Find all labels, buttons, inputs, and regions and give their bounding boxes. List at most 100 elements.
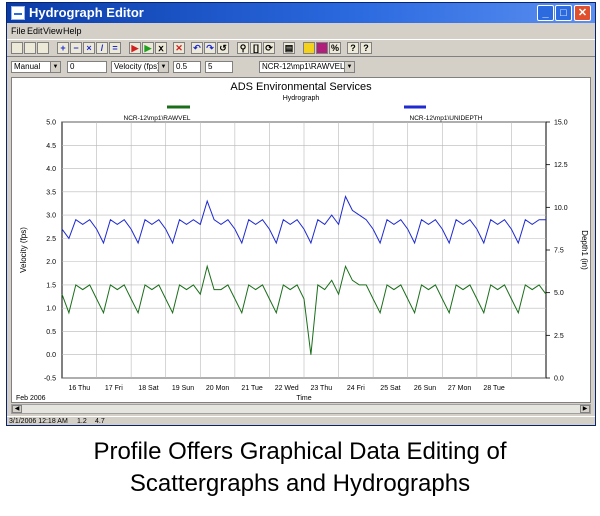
x-tick-label: 26 Sun [414,385,436,392]
status-value1: 1.2 [77,418,87,425]
y-tick-label: 2.0 [46,259,56,266]
refresh-icon[interactable]: ⟳ [263,42,275,54]
series-value: NCR-12\mp1\RAWVEL [262,62,345,71]
chevron-down-icon: ▼ [158,62,168,72]
caption-line1: Profile Offers Graphical Data Editing of [93,438,507,465]
legend-label-rawvel: NCR-12\mp1\RAWVEL [124,115,191,122]
chart-subtitle: Hydrograph [283,95,320,102]
undo-icon[interactable]: ↶ [191,42,203,54]
repeat-icon[interactable]: ↺ [217,42,229,54]
x-tick-label: 27 Mon [448,385,471,392]
x-axis-label: Time [296,395,311,402]
y-tick-label: 0.5 [46,329,56,336]
status-bar: 3/1/2006 12:18 AM 1.2 4.7 [7,416,595,426]
chart-title: ADS Environmental Services [230,81,372,93]
legend-label-unidepth: NCR-12\mp1\UNIDEPTH [410,115,483,122]
yellow-bar-icon[interactable] [303,42,315,54]
x-tick-label: 22 Wed [275,385,299,392]
y-tick-label: 4.0 [46,166,56,173]
zoom-fit-icon[interactable]: [] [250,42,262,54]
color-icon[interactable] [316,42,328,54]
delete-range-icon[interactable]: × [83,42,95,54]
series-select[interactable]: NCR-12\mp1\RAWVEL ▼ [259,61,355,73]
x-tick-label: 24 Fri [347,385,365,392]
status-datetime: 3/1/2006 12:18 AM [9,418,68,425]
app-icon [11,6,25,20]
properties-icon[interactable]: ▤ [283,42,295,54]
status-value2: 4.7 [95,418,105,425]
y2-tick-label: 0.0 [554,376,564,383]
parameters-bar: Manual ▼ 0 Velocity (fps) ▼ 0.5 5 NCR-12… [7,59,595,75]
y2-tick-label: 12.5 [554,162,568,169]
redo-icon[interactable]: ↷ [204,42,216,54]
entity-select[interactable]: Velocity (fps) ▼ [111,61,169,73]
close-button[interactable]: ✕ [574,5,591,21]
y-tick-label: 4.5 [46,143,56,150]
x-tick-label: 16 Thu [68,385,90,392]
scroll-right-icon[interactable]: ▶ [580,405,590,413]
y-tick-label: 1.5 [46,282,56,289]
hydrograph-chart: ADS Environmental Services Hydrograph NC… [16,81,589,402]
title-bar[interactable]: Hydrograph Editor _ □ ✕ [7,3,595,23]
x-tick-label: 23 Thu [310,385,332,392]
delete-point-icon[interactable]: − [70,42,82,54]
x-tick-label: 18 Sat [138,385,158,392]
y-tick-label: 3.0 [46,213,56,220]
mode-select[interactable]: Manual ▼ [11,61,61,73]
value1-input[interactable]: 0 [67,61,107,73]
menu-help[interactable]: Help [63,26,82,36]
add-point-icon[interactable]: + [57,42,69,54]
caption-line2: Scattergraphs and Hydrographs [129,470,471,497]
x-tick-label: 21 Tue [241,385,263,392]
x-tick-label: 20 Mon [206,385,229,392]
window-title: Hydrograph Editor [29,5,144,20]
y2-tick-label: 5.0 [554,290,564,297]
y-tick-label: 0.0 [46,352,56,359]
x-tick-label: 25 Sat [380,385,400,392]
scroll-left-icon[interactable]: ◀ [12,405,22,413]
minimize-button[interactable]: _ [537,5,554,21]
toolbar: + − × / = ▶ ▶ ⅹ ✕ ↶ ↷ ↺ ⚲ [] ⟳ ▤ % ? ? [7,39,595,57]
y-tick-label: 1.0 [46,306,56,313]
horizontal-scrollbar[interactable]: ◀ ▶ [11,404,591,414]
menu-edit[interactable]: Edit [27,26,43,36]
equalize-icon[interactable]: = [109,42,121,54]
y-tick-label: -0.5 [44,376,56,383]
flag-icon[interactable]: ▶ [129,42,141,54]
value2-input[interactable]: 0.5 [173,61,201,73]
menu-file[interactable]: File [11,26,26,36]
y-tick-label: 2.5 [46,236,56,243]
percent-icon[interactable]: % [329,42,341,54]
new-icon[interactable] [11,42,23,54]
cancel-icon[interactable]: ✕ [173,42,185,54]
y2-tick-label: 2.5 [554,333,564,340]
y2-axis-label: Depth1 (in) [580,230,589,270]
app-window: Hydrograph Editor _ □ ✕ File Edit View H… [6,2,596,426]
y2-tick-label: 7.5 [554,248,564,255]
save-icon[interactable] [24,42,36,54]
draw-line-icon[interactable]: / [96,42,108,54]
chevron-down-icon: ▼ [50,62,60,72]
context-help-icon[interactable]: ? [360,42,372,54]
x-tick-label: 17 Fri [105,385,123,392]
menu-view[interactable]: View [43,26,62,36]
x-tick-label: 19 Sun [172,385,194,392]
flag-green-icon[interactable]: ▶ [142,42,154,54]
x-tick-label: 28 Tue [483,385,505,392]
y-tick-label: 5.0 [46,120,56,127]
chevron-down-icon: ▼ [344,62,354,72]
menu-bar: File Edit View Help [7,24,595,38]
caption: Profile Offers Graphical Data Editing of… [0,436,600,500]
y2-tick-label: 15.0 [554,120,568,127]
mode-value: Manual [14,62,41,71]
value3-input[interactable]: 5 [205,61,233,73]
print-icon[interactable] [37,42,49,54]
maximize-button[interactable]: □ [555,5,572,21]
entity-value: Velocity (fps) [114,62,160,71]
flag-edit-icon[interactable]: ⅹ [155,42,167,54]
help-icon[interactable]: ? [347,42,359,54]
y-tick-label: 3.5 [46,189,56,196]
hydrograph-plot[interactable]: ADS Environmental Services Hydrograph NC… [11,77,591,403]
zoom-icon[interactable]: ⚲ [237,42,249,54]
y-axis-label: Velocity (fps) [19,227,28,273]
